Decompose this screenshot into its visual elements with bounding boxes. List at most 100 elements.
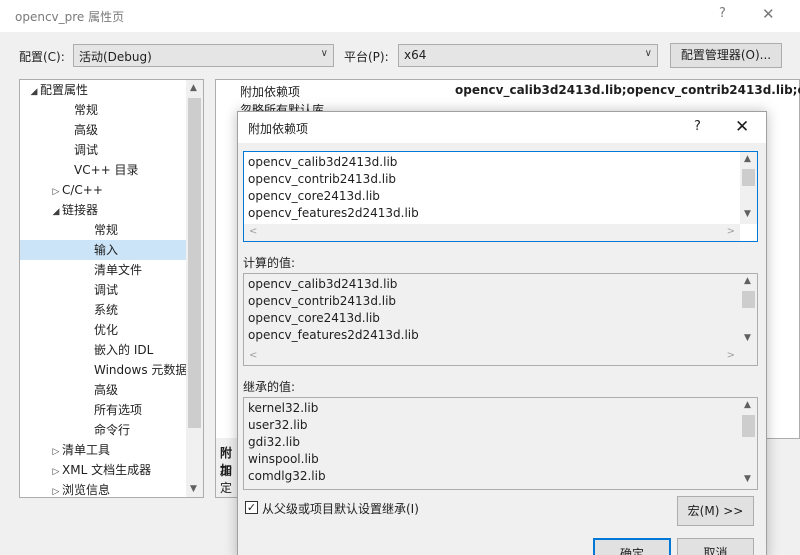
tree-item[interactable]: 嵌入的 IDL (20, 340, 186, 360)
scroll-down-icon[interactable]: ▼ (744, 474, 751, 484)
computed-line: opencv_features2d2413d.lib (248, 328, 419, 342)
edit-line: opencv_contrib2413d.lib (248, 172, 397, 186)
tree-item[interactable]: 所有选项 (20, 400, 186, 420)
description-text: 指定 (220, 464, 233, 495)
inherit-checkbox-label[interactable]: 从父级或项目默认设置继承(I) (262, 500, 419, 517)
close-icon[interactable]: ✕ (762, 5, 775, 23)
tree-item[interactable]: ▷ 清单工具 (20, 440, 186, 460)
tree-item[interactable]: 调试 (20, 280, 186, 300)
tree-item[interactable]: 常规 (20, 100, 186, 120)
scroll-thumb[interactable] (742, 291, 755, 308)
collapsed-arrow-icon[interactable]: ▷ (50, 182, 62, 202)
tree-item-label: 清单文件 (94, 263, 143, 277)
horizontal-scrollbar[interactable]: < > (244, 224, 740, 241)
computed-values-label: 计算的值: (243, 256, 296, 270)
expanded-arrow-icon[interactable]: ◢ (28, 82, 40, 102)
inherited-line: comdlg32.lib (248, 469, 326, 483)
tree-item[interactable]: VC++ 目录 (20, 160, 186, 180)
scroll-right-icon[interactable]: > (727, 226, 735, 237)
tree-item[interactable]: 高级 (20, 120, 186, 140)
close-icon[interactable]: ✕ (735, 117, 749, 137)
horizontal-scrollbar[interactable]: < > (244, 348, 740, 365)
scroll-thumb[interactable] (742, 169, 755, 186)
dialog-title-bar: 附加依赖项 ? ✕ (238, 112, 766, 143)
tree-item[interactable]: ▷ 浏览信息 (20, 480, 186, 497)
inherit-checkbox[interactable]: ✓ (245, 501, 258, 514)
tree-item[interactable]: Windows 元数据 (20, 360, 187, 380)
tree-item[interactable]: 输入 (20, 240, 186, 260)
tree-item-label: C/C++ (62, 183, 103, 197)
scroll-left-icon[interactable]: < (249, 226, 257, 237)
tree-item[interactable]: 清单文件 (20, 260, 186, 280)
tree-item[interactable]: 调试 (20, 140, 186, 160)
window-title-bar: opencv_pre 属性页 ? ✕ (0, 0, 800, 32)
config-label: 配置(C): (19, 50, 65, 64)
vertical-scrollbar[interactable]: ▲ ▼ (740, 274, 757, 348)
computed-values-box: opencv_calib3d2413d.lib opencv_contrib24… (243, 273, 758, 366)
grid-row-additional-deps[interactable]: 附加依赖项 opencv_calib3d2413d.lib;opencv_con… (216, 80, 800, 100)
edit-line: opencv_calib3d2413d.lib (248, 155, 398, 169)
checkmark-icon: ✓ (246, 501, 257, 514)
tree-item-label: 清单工具 (62, 443, 111, 457)
scroll-thumb[interactable] (188, 98, 201, 428)
tree-item[interactable]: ◢ 链接器 (20, 200, 186, 220)
collapsed-arrow-icon[interactable]: ▷ (50, 442, 62, 462)
edit-line: opencv_features2d2413d.lib (248, 206, 419, 220)
vertical-scrollbar[interactable]: ▲ ▼ (740, 398, 757, 489)
tree-item[interactable]: 命令行 (20, 420, 186, 440)
inherited-line: user32.lib (248, 418, 308, 432)
platform-dropdown[interactable]: x64 ∨ (398, 44, 658, 67)
tree-scrollbar[interactable]: ▲ ▼ (186, 80, 203, 497)
scroll-right-icon[interactable]: > (727, 350, 735, 361)
computed-line: opencv_core2413d.lib (248, 311, 380, 325)
scroll-left-icon[interactable]: < (249, 350, 257, 361)
scroll-down-icon[interactable]: ▼ (744, 209, 751, 219)
tree-item[interactable]: 常规 (20, 220, 186, 240)
tree-item[interactable]: 高级 (20, 380, 186, 400)
tree-item[interactable]: ▷ XML 文档生成器 (20, 460, 186, 480)
description-panel: 附加 指定 (215, 438, 239, 498)
scroll-down-icon[interactable]: ▼ (744, 333, 751, 343)
tree-item-label: 浏览信息 (62, 483, 111, 497)
deps-edit-box[interactable]: opencv_calib3d2413d.lib opencv_contrib24… (243, 151, 758, 242)
tree-item[interactable]: ◢ 配置属性 (20, 80, 186, 100)
scroll-up-icon[interactable]: ▲ (744, 154, 751, 164)
cancel-button[interactable]: 取消 (677, 538, 754, 555)
additional-deps-dialog: 附加依赖项 ? ✕ opencv_calib3d2413d.lib opencv… (237, 111, 767, 555)
macros-button[interactable]: 宏(M) >> (677, 496, 754, 526)
scroll-up-icon[interactable]: ▲ (744, 400, 751, 410)
inherited-line: gdi32.lib (248, 435, 300, 449)
window-title: opencv_pre 属性页 (15, 10, 125, 24)
config-dropdown[interactable]: 活动(Debug) ∨ (73, 44, 334, 67)
tree-item-label: 配置属性 (40, 83, 89, 97)
edit-line: opencv_core2413d.lib (248, 189, 380, 203)
help-icon[interactable]: ? (719, 6, 726, 21)
computed-line: opencv_contrib2413d.lib (248, 294, 397, 308)
tree-item-label: 所有选项 (94, 403, 143, 417)
tree-item-label: 系统 (94, 303, 119, 317)
tree-item[interactable]: 优化 (20, 320, 186, 340)
scroll-thumb[interactable] (742, 415, 755, 437)
expanded-arrow-icon[interactable]: ◢ (50, 202, 62, 222)
config-value: 活动(Debug) (79, 50, 152, 64)
computed-line: opencv_calib3d2413d.lib (248, 277, 398, 291)
scroll-down-icon[interactable]: ▼ (190, 484, 197, 494)
tree-item[interactable]: ▷ C/C++ (20, 180, 186, 200)
tree-item[interactable]: 系统 (20, 300, 186, 320)
platform-value: x64 (404, 48, 427, 62)
help-icon[interactable]: ? (694, 119, 701, 134)
inherited-line: kernel32.lib (248, 401, 319, 415)
config-manager-button[interactable]: 配置管理器(O)... (670, 43, 782, 68)
scroll-up-icon[interactable]: ▲ (744, 276, 751, 286)
grid-row-value: opencv_calib3d2413d.lib;opencv_contrib24… (455, 83, 800, 97)
ok-button[interactable]: 确定 (593, 538, 671, 555)
chevron-down-icon: ∨ (644, 48, 652, 59)
collapsed-arrow-icon[interactable]: ▷ (50, 482, 62, 497)
collapsed-arrow-icon[interactable]: ▷ (50, 462, 62, 482)
vertical-scrollbar[interactable]: ▲ ▼ (740, 152, 757, 224)
scroll-up-icon[interactable]: ▲ (190, 83, 197, 93)
tree-item-label: 输入 (94, 243, 119, 257)
chevron-down-icon: ∨ (320, 48, 328, 59)
tree-item-label: 嵌入的 IDL (94, 343, 154, 357)
tree-item-label: 链接器 (62, 203, 99, 217)
